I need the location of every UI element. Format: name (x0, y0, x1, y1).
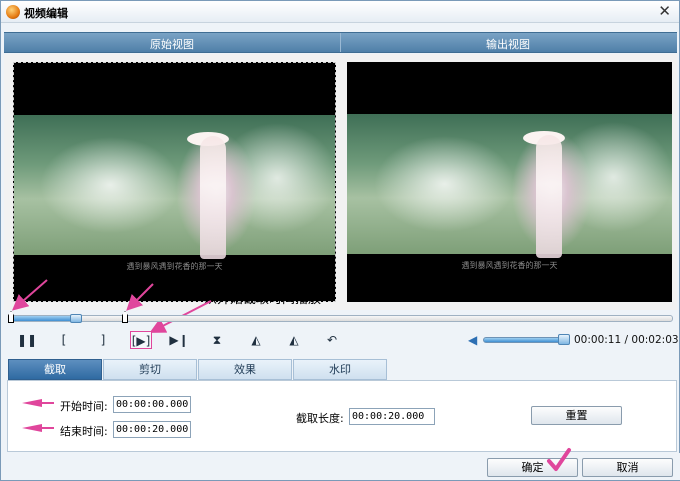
playback-controls: ❚❚ [ ] [▶] ▶❙ ⧗ ◭ ◭ ↶ ◀ 00:00:11 / 00:02… (9, 329, 679, 351)
timeline-progress (10, 316, 76, 321)
volume-slider[interactable] (483, 337, 569, 343)
mirror-button[interactable]: ◭ (283, 331, 305, 349)
checkmark-icon (547, 448, 571, 471)
end-time-label: 结束时间: (60, 425, 108, 438)
start-time-label: 开始时间: (60, 400, 108, 413)
length-input[interactable]: 00:00:20.000 (349, 408, 435, 425)
video-edit-window: 视频编辑 ✕ 原始视图 输出视图 遇到暴风遇到花香的那一天 遇到暴风遇到花香的那… (0, 0, 680, 481)
end-pointer-icon (22, 424, 54, 432)
length-label: 截取长度: (296, 412, 344, 425)
dialog-footer: 确定 取消 (2, 448, 680, 480)
next-frame-button[interactable]: ▶❙ (168, 331, 190, 349)
cancel-button[interactable]: 取消 (582, 458, 673, 477)
pause-button[interactable]: ❚❚ (16, 331, 38, 349)
arrow-start-time (11, 279, 48, 311)
flip-button[interactable]: ◭ (245, 331, 267, 349)
timeline-thumb[interactable] (70, 314, 82, 323)
mark-end-button[interactable]: ] (92, 331, 114, 349)
time-separator: / (621, 334, 632, 346)
mark-start-button[interactable]: [ (53, 331, 75, 349)
tab-trim[interactable]: 截取 (8, 359, 102, 380)
total-time: 00:02:03 (631, 334, 679, 346)
volume-thumb[interactable] (558, 334, 570, 345)
trim-panel: 开始时间: 00:00:00.000 结束时间: 00:00:20.000 截取… (7, 380, 677, 452)
undo-button[interactable]: ↶ (321, 331, 343, 349)
volume-icon[interactable]: ◀ (468, 333, 482, 347)
tab-cut[interactable]: 剪切 (103, 359, 197, 380)
start-pointer-icon (22, 399, 54, 407)
end-time-input[interactable]: 00:00:20.000 (113, 421, 191, 438)
start-time-input[interactable]: 00:00:00.000 (113, 396, 191, 413)
hourglass-button[interactable]: ⧗ (206, 331, 228, 349)
tab-effect[interactable]: 效果 (198, 359, 292, 380)
current-time: 00:00:11 (574, 334, 622, 346)
tab-bar: 截取 剪切 效果 水印 (7, 359, 677, 380)
play-selection-button[interactable]: [▶] (130, 331, 152, 349)
timeline-slider[interactable] (9, 314, 673, 323)
time-readout: 00:00:11 / 00:02:03 (574, 334, 679, 346)
tab-watermark[interactable]: 水印 (293, 359, 387, 380)
arrow-end-time (126, 283, 154, 311)
reset-button[interactable]: 重置 (531, 406, 622, 425)
